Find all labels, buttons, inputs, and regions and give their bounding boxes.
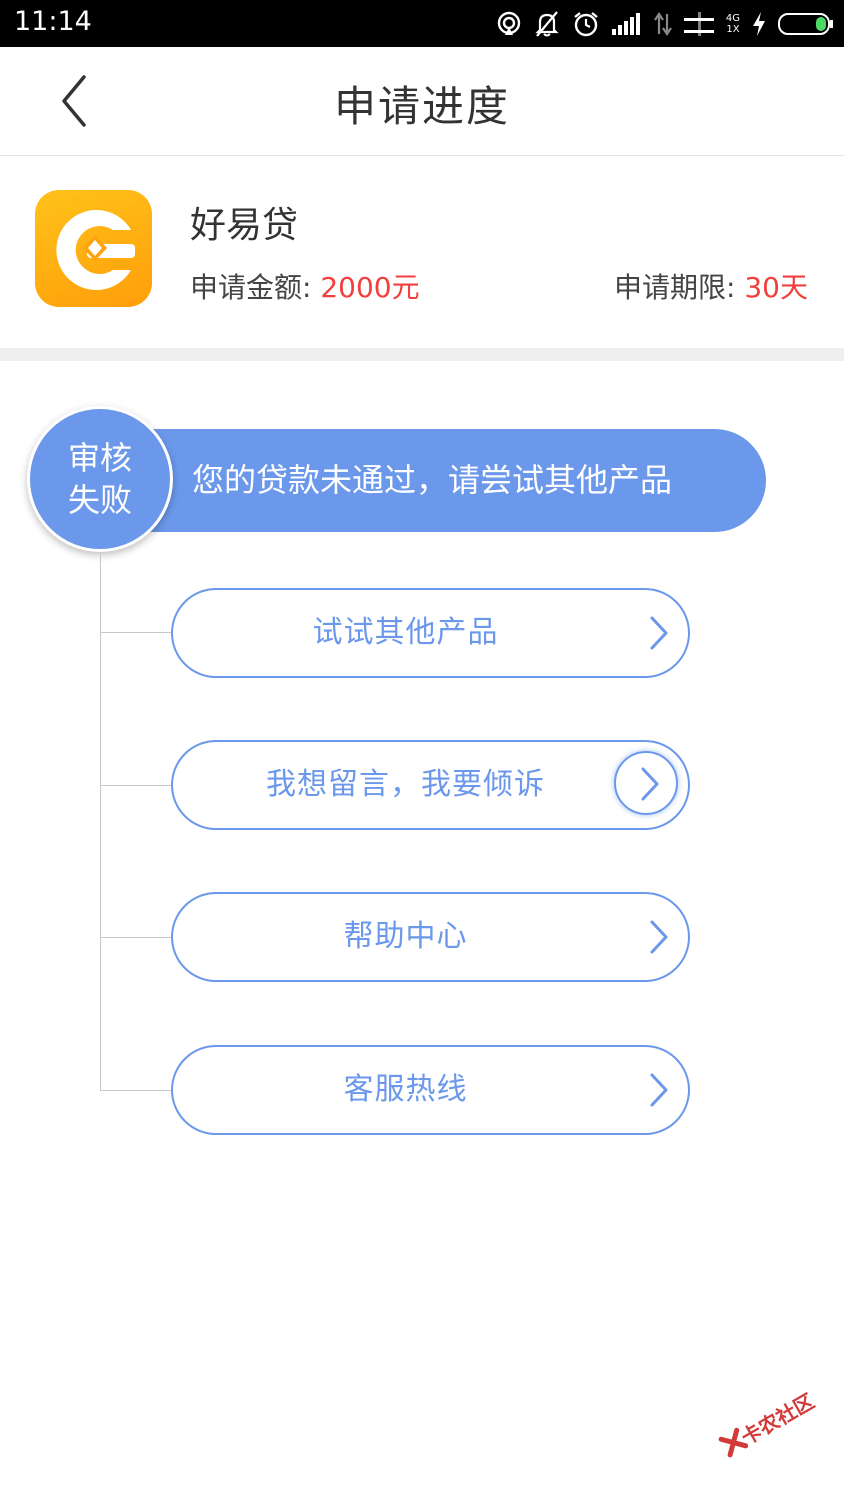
apply-term-value: 30天 bbox=[744, 271, 808, 304]
page-title: 申请进度 bbox=[333, 82, 510, 131]
tree-connector-branch bbox=[100, 785, 172, 786]
apply-amount-value: 2000元 bbox=[320, 271, 420, 304]
battery-icon bbox=[778, 13, 833, 35]
apply-amount-label: 申请金额: bbox=[190, 271, 312, 304]
chevron-right-icon bbox=[614, 751, 678, 815]
network-type-top: 4G bbox=[725, 13, 740, 24]
signal-icon bbox=[611, 13, 640, 35]
product-logo bbox=[35, 190, 152, 307]
status-banner: 您的贷款未通过，请尝试其他产品 bbox=[100, 429, 766, 532]
alarm-icon bbox=[574, 12, 598, 37]
try-other-products-button[interactable]: 试试其他产品 bbox=[171, 588, 690, 678]
action-label: 试试其他产品 bbox=[312, 615, 499, 650]
action-label: 帮助中心 bbox=[343, 919, 468, 954]
notifications-off-icon bbox=[535, 11, 559, 37]
status-message: 您的贷款未通过，请尝试其他产品 bbox=[192, 461, 673, 499]
product-name: 好易贷 bbox=[190, 205, 299, 246]
status-time: 11:14 bbox=[14, 6, 92, 37]
action-label: 客服热线 bbox=[343, 1072, 468, 1107]
customer-hotline-button[interactable]: 客服热线 bbox=[171, 1045, 690, 1135]
help-center-button[interactable]: 帮助中心 bbox=[171, 892, 690, 982]
status-badge: 审核 失败 bbox=[27, 406, 173, 552]
network-type: 4G 1X bbox=[726, 13, 740, 35]
tree-connector-branch bbox=[100, 1090, 172, 1091]
data-transfer-icon bbox=[653, 12, 672, 36]
tree-connector-branch bbox=[100, 632, 172, 633]
status-badge-line1: 审核 bbox=[67, 439, 132, 477]
charging-icon bbox=[753, 12, 765, 36]
section-divider bbox=[0, 348, 844, 361]
status-icons: 4G 1X bbox=[496, 9, 834, 39]
network-type-bottom: 1X bbox=[726, 24, 740, 35]
watermark: 卡农社区 bbox=[705, 1367, 827, 1478]
chevron-right-icon bbox=[642, 918, 672, 956]
tree-connector-branch bbox=[100, 937, 172, 938]
signal-secondary-icon bbox=[683, 12, 714, 36]
chevron-right-icon bbox=[642, 1071, 672, 1109]
apply-amount: 申请金额: 2000元 bbox=[190, 266, 420, 306]
header: 申请进度 bbox=[0, 47, 844, 156]
hotspot-icon bbox=[497, 11, 521, 35]
status-bar: 11:14 4G 1X bbox=[0, 0, 844, 47]
leave-message-button[interactable]: 我想留言，我要倾诉 bbox=[171, 740, 690, 830]
product-card: 好易贷 申请金额: 2000元 申请期限: 30天 bbox=[0, 156, 844, 348]
apply-term-label: 申请期限: bbox=[614, 271, 736, 304]
status-badge-line2: 失败 bbox=[67, 481, 132, 519]
action-label: 我想留言，我要倾诉 bbox=[266, 767, 545, 802]
watermark-text: 卡农社区 bbox=[737, 1388, 819, 1450]
chevron-right-icon bbox=[642, 614, 672, 652]
logo-mark-icon bbox=[56, 210, 135, 290]
apply-term: 申请期限: 30天 bbox=[614, 266, 808, 306]
